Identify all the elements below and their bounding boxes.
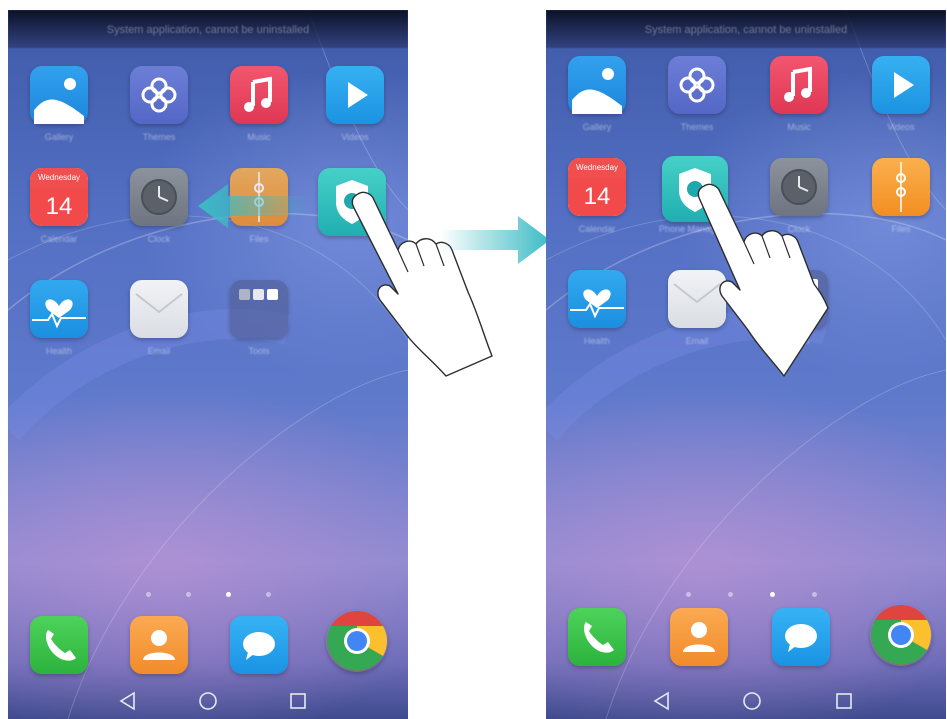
recents-icon[interactable]: [286, 690, 310, 712]
calendar-day: 14: [30, 188, 88, 226]
gallery-label: Gallery: [44, 132, 74, 142]
music-note-icon: [784, 66, 812, 102]
tools-label: Tools: [248, 346, 270, 356]
files-label: Files: [891, 224, 911, 234]
back-icon[interactable]: [116, 690, 140, 712]
music-note-icon: [244, 76, 272, 112]
calendar-label: Calendar: [578, 224, 616, 234]
health-app-icon[interactable]: [30, 280, 88, 338]
calendar-day: 14: [568, 178, 626, 216]
files-app-icon[interactable]: [872, 158, 930, 216]
chrome-app-icon[interactable]: [870, 604, 932, 666]
themes-label: Themes: [142, 132, 176, 142]
play-icon: [894, 72, 914, 98]
home-icon[interactable]: [740, 690, 764, 712]
phone-icon: [46, 630, 76, 661]
contacts-app-icon[interactable]: [130, 616, 188, 674]
gallery-icon: [572, 68, 622, 114]
messaging-app-icon[interactable]: [772, 608, 830, 666]
videos-app-icon[interactable]: [326, 66, 384, 124]
music-app-icon[interactable]: [770, 56, 828, 114]
calendar-label: Calendar: [40, 234, 78, 244]
calendar-app-icon[interactable]: Wednesday 14: [30, 168, 88, 226]
gallery-app-icon[interactable]: [30, 66, 88, 124]
toast-message: System application, cannot be uninstalle…: [8, 10, 408, 48]
email-app-icon[interactable]: [130, 280, 188, 338]
page-indicator: [546, 592, 946, 602]
messaging-app-icon[interactable]: [230, 616, 288, 674]
home-icon[interactable]: [196, 690, 220, 712]
files-label: Files: [249, 234, 269, 244]
folder-icon: [239, 289, 278, 300]
page-dot-active: [226, 592, 231, 597]
phone-app-icon[interactable]: [568, 608, 626, 666]
contacts-app-icon[interactable]: [670, 608, 728, 666]
chrome-icon: [327, 611, 388, 671]
navigation-bar: [8, 684, 408, 719]
health-app-icon[interactable]: [568, 270, 626, 328]
phone-icon: [584, 622, 614, 653]
navigation-bar: [546, 684, 946, 719]
recents-icon[interactable]: [832, 690, 856, 712]
page-dot: [686, 592, 691, 597]
heart-pulse-icon: [32, 299, 86, 329]
videos-label: Videos: [887, 122, 915, 132]
calendar-weekday: Wednesday: [30, 168, 88, 190]
clock-app-icon[interactable]: [130, 168, 188, 226]
clock-label: Clock: [147, 234, 171, 244]
gallery-icon: [34, 78, 84, 124]
phone-app-icon[interactable]: [30, 616, 88, 674]
calendar-app-icon[interactable]: Wednesday 14: [568, 158, 626, 216]
page-dot: [266, 592, 271, 597]
tools-folder[interactable]: [230, 280, 288, 338]
files-folder-icon: [896, 162, 906, 212]
music-label: Music: [787, 122, 811, 132]
back-icon[interactable]: [650, 690, 674, 712]
page-dot-active: [770, 592, 775, 597]
right-phone-screen: System application, cannot be uninstalle…: [546, 10, 946, 719]
drag-direction-arrow: [198, 184, 312, 228]
page-dot: [728, 592, 733, 597]
page-dot: [186, 592, 191, 597]
email-label: Email: [147, 346, 171, 356]
videos-app-icon[interactable]: [872, 56, 930, 114]
health-label: Health: [583, 336, 610, 346]
clock-icon: [141, 179, 177, 215]
envelope-icon: [135, 293, 183, 314]
page-dot: [146, 592, 151, 597]
music-app-icon[interactable]: [230, 66, 288, 124]
pointing-hand-right: [697, 183, 829, 377]
chrome-icon: [871, 605, 932, 665]
page-dot: [812, 592, 817, 597]
contacts-icon: [683, 622, 715, 652]
themes-icon: [679, 67, 715, 103]
themes-label: Themes: [680, 122, 714, 132]
transition-arrow: [440, 216, 550, 264]
heart-pulse-icon: [570, 289, 624, 319]
page-indicator: [8, 592, 408, 602]
music-label: Music: [247, 132, 271, 142]
themes-app-icon[interactable]: [130, 66, 188, 124]
chrome-app-icon[interactable]: [326, 610, 388, 672]
gallery-label: Gallery: [582, 122, 612, 132]
videos-label: Videos: [341, 132, 369, 142]
play-icon: [348, 82, 368, 108]
gallery-app-icon[interactable]: [568, 56, 626, 114]
themes-app-icon[interactable]: [668, 56, 726, 114]
messaging-icon: [243, 632, 275, 660]
contacts-icon: [143, 630, 175, 660]
left-phone-screen: System application, cannot be uninstalle…: [8, 10, 408, 719]
health-label: Health: [45, 346, 72, 356]
themes-icon: [141, 77, 177, 113]
calendar-weekday: Wednesday: [568, 158, 626, 180]
messaging-icon: [785, 624, 817, 652]
toast-message: System application, cannot be uninstalle…: [546, 10, 946, 48]
